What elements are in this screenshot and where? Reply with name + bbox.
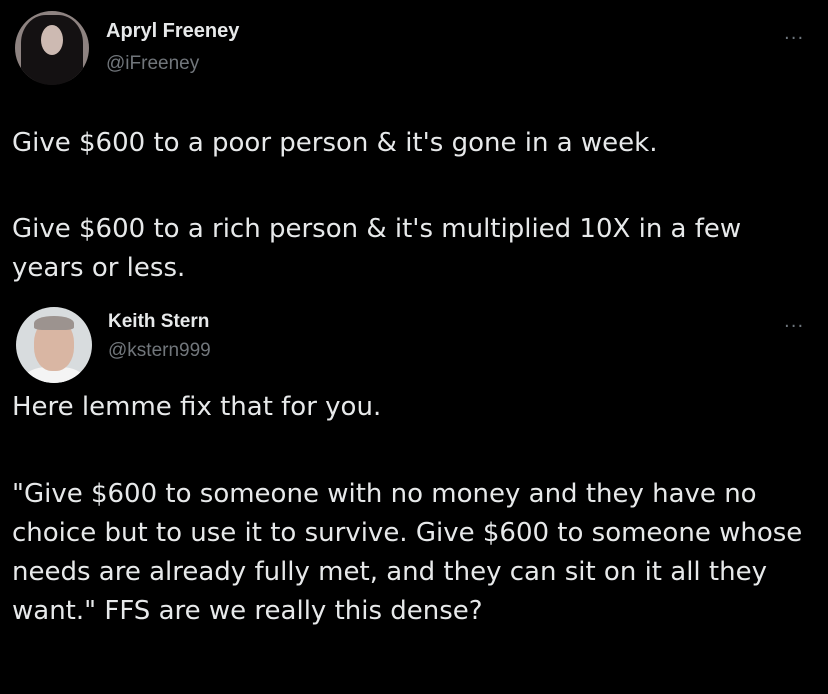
avatar-face xyxy=(41,25,63,55)
avatar[interactable] xyxy=(15,11,89,85)
tweet-text: "Give $600 to someone with no money and … xyxy=(12,479,803,626)
author-name[interactable]: Apryl Freeney xyxy=(106,20,239,43)
author-handle[interactable]: @iFreeney xyxy=(106,53,199,75)
avatar[interactable] xyxy=(16,307,92,383)
more-options-icon[interactable]: ... xyxy=(784,313,804,331)
author-handle[interactable]: @kstern999 xyxy=(108,340,211,362)
author-name[interactable]: Keith Stern xyxy=(108,311,209,333)
tweet-text: Here lemme fix that for you. xyxy=(12,392,382,422)
avatar-hair xyxy=(34,316,74,330)
tweet-text: Give $600 to a rich person & it's multip… xyxy=(12,214,742,283)
tweet-text: Give $600 to a poor person & it's gone i… xyxy=(12,128,658,158)
more-options-icon[interactable]: ... xyxy=(784,25,804,43)
